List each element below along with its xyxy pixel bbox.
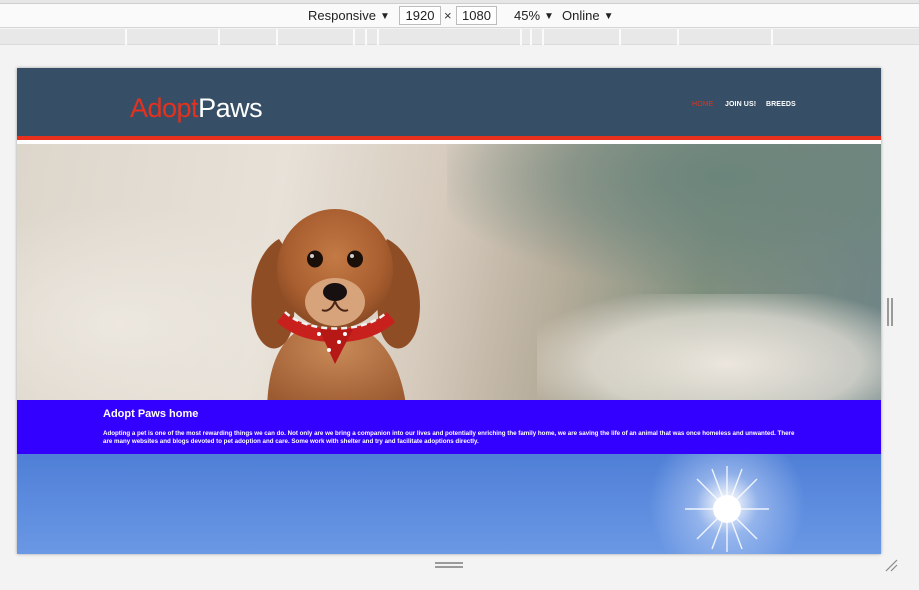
logo-part-adopt: Adopt <box>130 93 199 123</box>
media-query-marker[interactable] <box>520 29 522 45</box>
site-header: AdoptPaws HOME JOIN US! BREEDS <box>17 68 881 140</box>
media-query-bar[interactable] <box>0 29 919 45</box>
device-select-label: Responsive <box>308 8 376 23</box>
device-toolbar: Responsive ▼ 1920 × 1080 45% ▼ Online ▼ <box>0 4 919 28</box>
header-accent-line <box>17 136 881 140</box>
zoom-select-label: 45% <box>514 8 541 23</box>
nav-home[interactable]: HOME <box>692 101 713 108</box>
media-query-marker[interactable] <box>771 29 773 45</box>
intro-band: Adopt Paws home Adopting a pet is one of… <box>17 400 881 454</box>
media-query-marker[interactable] <box>677 29 679 45</box>
intro-text: Adopting a pet is one of the most reward… <box>103 430 795 445</box>
nav-join-us[interactable]: JOIN US! <box>725 101 756 108</box>
resize-corner-icon[interactable] <box>884 558 898 572</box>
network-select-label: Online <box>562 8 600 23</box>
logo-part-paws: Paws <box>198 93 263 123</box>
media-query-marker[interactable] <box>353 29 355 45</box>
width-input[interactable]: 1920 <box>399 6 441 25</box>
sky-image <box>17 454 881 554</box>
media-query-marker[interactable] <box>619 29 621 45</box>
times-icon: × <box>444 8 452 23</box>
hero-image-puppy <box>17 144 881 400</box>
network-throttle-select[interactable]: Online ▼ <box>562 7 613 25</box>
resize-handle-right[interactable] <box>887 298 893 326</box>
media-query-marker[interactable] <box>365 29 367 45</box>
hero-bg-rock <box>537 294 881 400</box>
height-input[interactable]: 1080 <box>456 6 497 25</box>
media-query-marker[interactable] <box>125 29 127 45</box>
device-viewport: AdoptPaws HOME JOIN US! BREEDS Adopt Paw… <box>17 68 881 554</box>
zoom-select[interactable]: 45% ▼ <box>514 7 554 25</box>
chevron-down-icon: ▼ <box>544 11 554 22</box>
media-query-marker[interactable] <box>542 29 544 45</box>
resize-handle-bottom[interactable] <box>435 562 463 568</box>
media-query-marker[interactable] <box>218 29 220 45</box>
media-query-marker[interactable] <box>530 29 532 45</box>
nav-breeds[interactable]: BREEDS <box>766 101 796 108</box>
media-query-marker[interactable] <box>377 29 379 45</box>
chevron-down-icon: ▼ <box>379 11 390 22</box>
media-query-marker[interactable] <box>276 29 278 45</box>
sun-flare-icon <box>685 466 769 552</box>
puppy-illustration <box>251 209 420 400</box>
intro-title: Adopt Paws home <box>103 408 199 420</box>
site-logo[interactable]: AdoptPaws <box>130 92 263 124</box>
device-select[interactable]: Responsive ▼ <box>308 7 390 25</box>
chevron-down-icon: ▼ <box>603 11 614 22</box>
hero-bg-foliage <box>447 144 881 284</box>
